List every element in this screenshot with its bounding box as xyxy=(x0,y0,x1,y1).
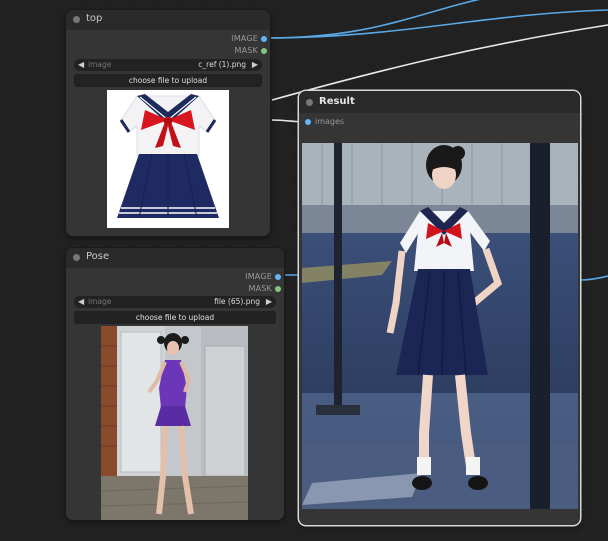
output-socket-mask[interactable] xyxy=(261,48,267,54)
sailor-uniform-drawing xyxy=(107,90,229,228)
node-pose[interactable]: Pose IMAGE MASK ◀ image file (65).png ▶ … xyxy=(66,248,284,520)
node-title: Result xyxy=(319,96,355,107)
node-title: top xyxy=(86,13,103,24)
widget-value: file (65).png xyxy=(214,297,260,306)
arrow-right-icon[interactable]: ▶ xyxy=(252,59,258,71)
input-socket-images[interactable] xyxy=(305,119,311,125)
upload-button[interactable]: choose file to upload xyxy=(74,311,276,324)
output-label-mask: MASK xyxy=(234,46,258,55)
sailor-uniform-image xyxy=(107,90,229,228)
output-label-image: IMAGE xyxy=(245,272,272,281)
node-title-bar[interactable]: top xyxy=(66,10,270,30)
upload-button[interactable]: choose file to upload xyxy=(74,74,262,87)
collapse-dot-icon[interactable] xyxy=(73,254,80,261)
output-socket-mask[interactable] xyxy=(275,286,281,292)
node-top[interactable]: top IMAGE MASK ◀ image c_ref (1).png ▶ c… xyxy=(66,10,270,236)
node-result[interactable]: Result images xyxy=(299,91,580,525)
image-combo-widget[interactable]: ◀ image c_ref (1).png ▶ xyxy=(74,59,262,71)
result-photo-drawing xyxy=(302,143,578,509)
arrow-left-icon[interactable]: ◀ xyxy=(78,59,84,71)
output-socket-image[interactable] xyxy=(275,274,281,280)
node-title-bar[interactable]: Pose xyxy=(66,248,284,268)
pose-photo-image xyxy=(101,326,248,520)
arrow-right-icon[interactable]: ▶ xyxy=(266,296,272,308)
widget-value: c_ref (1).png xyxy=(198,60,246,69)
output-label-image: IMAGE xyxy=(231,34,258,43)
pose-photo-drawing xyxy=(101,326,248,520)
output-label-mask: MASK xyxy=(248,284,272,293)
input-label-images: images xyxy=(315,117,345,126)
generated-result-image xyxy=(302,143,578,509)
image-combo-widget[interactable]: ◀ image file (65).png ▶ xyxy=(74,296,276,308)
arrow-left-icon[interactable]: ◀ xyxy=(78,296,84,308)
collapse-dot-icon[interactable] xyxy=(73,16,80,23)
node-title-bar[interactable]: Result xyxy=(299,91,580,113)
collapse-dot-icon[interactable] xyxy=(306,99,313,106)
widget-name: image xyxy=(88,297,112,306)
output-socket-image[interactable] xyxy=(261,36,267,42)
widget-name: image xyxy=(88,60,112,69)
node-title: Pose xyxy=(86,251,110,262)
